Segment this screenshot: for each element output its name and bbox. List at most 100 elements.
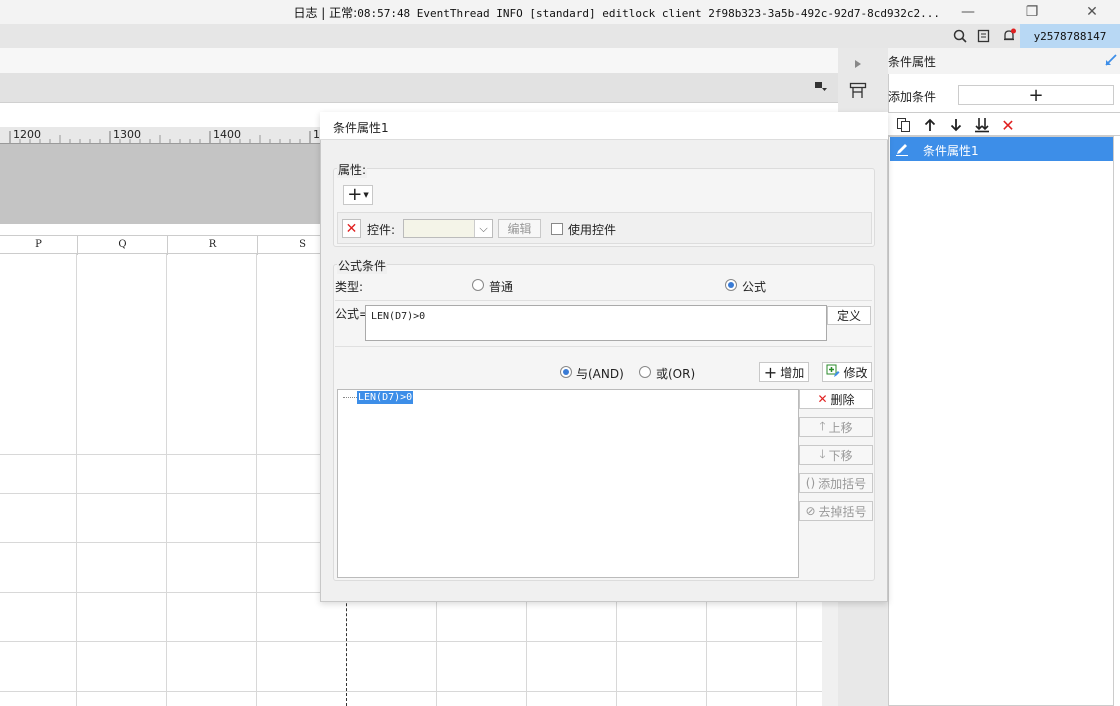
- close-x-icon: ✕: [345, 220, 358, 237]
- close-button[interactable]: ✕: [1072, 0, 1112, 24]
- dropdown-caret-icon: ▼: [363, 191, 369, 199]
- type-formula-radio[interactable]: [725, 279, 737, 291]
- column-header[interactable]: R: [167, 236, 257, 255]
- control-select[interactable]: ⌵: [403, 219, 493, 238]
- bracket-icon: (): [805, 476, 816, 490]
- condition-expression-text: LEN(D7)>0: [358, 392, 413, 403]
- use-control-label: 使用控件: [568, 223, 617, 237]
- remove-bracket-icon: ⊘: [805, 504, 816, 518]
- restore-button[interactable]: ❐: [1012, 0, 1052, 24]
- and-label: 与(AND): [576, 367, 624, 381]
- log-separator: |: [321, 6, 326, 20]
- condition-list-item[interactable]: 条件属性1: [890, 137, 1113, 161]
- control-label: 控件:: [367, 223, 396, 237]
- log-status: 正常:: [329, 6, 358, 20]
- formula-input[interactable]: LEN(D7)>0: [365, 305, 827, 341]
- editor-subtoolbar: [0, 73, 838, 103]
- add-button[interactable]: + 增加: [759, 362, 809, 382]
- modify-button-label: 修改: [843, 365, 868, 380]
- edit-button[interactable]: 编辑: [498, 219, 541, 238]
- add-condition-button[interactable]: +: [958, 84, 1114, 106]
- chevron-down-icon[interactable]: ⌵: [474, 220, 492, 237]
- user-account[interactable]: y2578788147: [1020, 24, 1120, 48]
- expand-icon[interactable]: [1104, 53, 1118, 70]
- minimize-button[interactable]: —: [948, 0, 988, 24]
- layout-icon[interactable]: [849, 82, 867, 100]
- divider: [335, 346, 872, 347]
- define-button-label: 定义: [836, 309, 861, 323]
- ruler-tick: 1300: [113, 128, 141, 141]
- log-text[interactable]: 日志 | 正常:08:57:48 EventThread INFO [stand…: [293, 4, 940, 21]
- search-icon[interactable]: [951, 27, 969, 45]
- ruler-tick: 1: [313, 128, 320, 141]
- or-radio[interactable]: [639, 366, 651, 378]
- page-margin-area: [0, 144, 320, 224]
- add-condition-label: 添加条件: [888, 90, 937, 104]
- condition-expression-item[interactable]: LEN(D7)>0: [357, 391, 414, 404]
- delete-button[interactable]: ✕ 删除: [799, 389, 873, 409]
- condition-tools: ✕: [888, 112, 1120, 136]
- type-formula-label: 公式: [742, 280, 767, 294]
- remove-attribute-button[interactable]: ✕: [342, 219, 361, 238]
- arrow-up-icon: 🡑: [819, 418, 826, 433]
- column-label: R: [208, 239, 217, 250]
- arrow-up-icon[interactable]: [920, 116, 940, 134]
- move-up-button[interactable]: 🡑 上移: [799, 417, 873, 437]
- arrow-down-icon: 🡓: [819, 446, 826, 461]
- log-message: 08:57:48 EventThread INFO [standard] edi…: [357, 7, 940, 20]
- plus-icon: +: [763, 362, 778, 382]
- use-control-checkbox[interactable]: [551, 223, 563, 235]
- tree-line: [343, 397, 357, 398]
- ruler-tick: 1400: [213, 128, 241, 141]
- condition-panel-header: 条件属性: [888, 48, 1120, 74]
- formula-label: 公式=: [335, 307, 370, 321]
- add-button-label: 增加: [780, 365, 805, 380]
- minimize-icon: —: [961, 4, 975, 20]
- divider: [335, 300, 872, 301]
- edit-button-label: 编辑: [507, 222, 532, 236]
- attributes-group-label: 属性:: [337, 161, 368, 178]
- arrow-down-icon[interactable]: [946, 116, 966, 134]
- editor-toolbar: [0, 48, 838, 73]
- horizontal-ruler: 1200 1300 1400 1: [0, 127, 320, 144]
- remove-bracket-button[interactable]: ⊘ 去掉括号: [799, 501, 873, 521]
- add-bracket-button[interactable]: () 添加括号: [799, 473, 873, 493]
- move-up-label: 上移: [828, 420, 853, 435]
- notes-icon[interactable]: [975, 27, 993, 45]
- condition-list: [888, 136, 1114, 706]
- column-header[interactable]: P: [0, 236, 77, 255]
- collapse-arrow-icon[interactable]: [852, 58, 864, 70]
- bell-icon[interactable]: [1000, 27, 1018, 45]
- remove-bracket-label: 去掉括号: [818, 504, 867, 519]
- column-label: S: [299, 239, 306, 250]
- modify-button[interactable]: 修改: [822, 362, 872, 382]
- format-icon[interactable]: [814, 80, 828, 94]
- define-button[interactable]: 定义: [827, 306, 871, 325]
- dialog-title: 条件属性1: [333, 121, 389, 135]
- type-normal-radio[interactable]: [472, 279, 484, 291]
- column-label: P: [35, 239, 42, 250]
- and-radio[interactable]: [560, 366, 572, 378]
- move-bottom-icon[interactable]: [972, 116, 992, 134]
- dialog-title-bar: 条件属性1: [320, 112, 888, 140]
- type-normal-label: 普通: [489, 280, 514, 294]
- delete-x-icon[interactable]: ✕: [998, 116, 1018, 135]
- condition-item-label: 条件属性1: [923, 144, 979, 158]
- plus-icon: +: [347, 184, 363, 205]
- move-down-button[interactable]: 🡓 下移: [799, 445, 873, 465]
- or-label: 或(OR): [656, 367, 696, 381]
- delete-button-label: 删除: [830, 392, 855, 407]
- add-bracket-label: 添加括号: [818, 476, 867, 491]
- username-label: y2578788147: [1033, 29, 1107, 43]
- add-attribute-button[interactable]: + ▼: [343, 185, 373, 205]
- plus-icon: +: [1028, 84, 1044, 106]
- formula-input-value: LEN(D7)>0: [371, 311, 426, 322]
- condition-expression-list[interactable]: [337, 389, 799, 578]
- column-header[interactable]: Q: [77, 236, 167, 255]
- move-down-label: 下移: [828, 448, 853, 463]
- column-label: Q: [118, 239, 127, 250]
- ruler-tick: 1200: [13, 128, 41, 141]
- close-icon: ✕: [1086, 4, 1098, 20]
- copy-icon[interactable]: [894, 116, 914, 134]
- formula-group-label: 公式条件: [337, 257, 388, 274]
